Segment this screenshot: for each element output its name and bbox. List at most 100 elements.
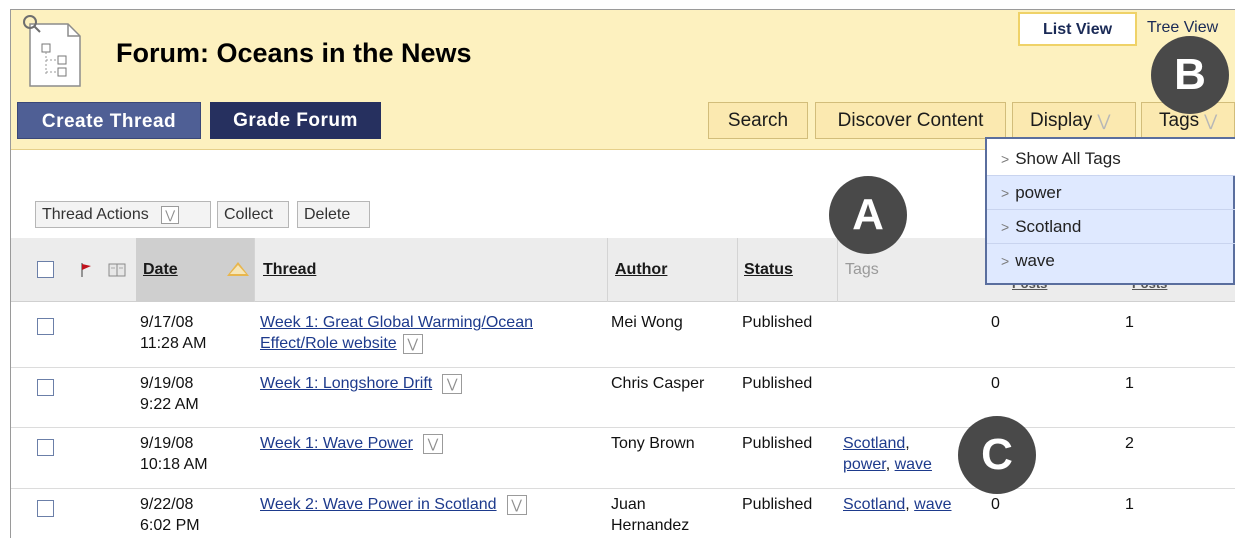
row-author: Chris Casper <box>611 375 705 392</box>
thread-cell: Week 1: Longshore Drift ⋁ <box>260 373 463 394</box>
row-checkbox[interactable] <box>37 379 54 396</box>
chevron-down-icon[interactable]: ⋁ <box>422 433 443 454</box>
row-tags-continued: power, wave <box>843 456 932 473</box>
menu-item-label: wave <box>1015 251 1055 270</box>
collect-button[interactable]: Collect <box>217 201 289 228</box>
menu-item-label: Scotland <box>1015 217 1082 236</box>
chevron-right-icon: > <box>1001 151 1010 167</box>
row-unread-posts: 2 <box>1125 435 1134 452</box>
list-view-tab[interactable]: List View <box>1018 12 1137 46</box>
chevron-right-icon: > <box>1001 185 1010 201</box>
row-unread-posts: 1 <box>1125 496 1134 513</box>
menu-item-scotland[interactable]: > Scotland <box>1001 217 1081 237</box>
search-button[interactable]: Search <box>708 102 808 139</box>
row-total-posts: 0 <box>991 375 1000 392</box>
author-column-header[interactable]: Author <box>615 261 667 279</box>
chevron-right-icon: > <box>1001 219 1010 235</box>
chevron-down-icon: ⋁ <box>161 205 180 224</box>
select-all-checkbox[interactable] <box>37 261 54 278</box>
thread-link[interactable]: Week 1: Great Global Warming/Ocean <box>260 312 533 333</box>
column-divider <box>254 238 255 302</box>
thread-link[interactable]: Week 1: Wave Power <box>260 435 413 452</box>
status-column-header[interactable]: Status <box>744 261 793 279</box>
chevron-down-icon: ⋁ <box>1204 113 1218 130</box>
row-time: 11:28 AM <box>140 335 207 352</box>
menu-item-show-all-tags[interactable]: > Show All Tags <box>1001 149 1121 169</box>
thread-cell: Week 2: Wave Power in Scotland ⋁ <box>260 494 527 515</box>
delete-button[interactable]: Delete <box>297 201 370 228</box>
thread-link[interactable]: Effect/Role website <box>260 335 397 352</box>
column-divider <box>737 238 738 302</box>
row-author: Tony Brown <box>611 435 695 452</box>
row-date: 9/17/08 <box>140 314 194 331</box>
sort-ascending-icon[interactable] <box>227 262 249 276</box>
row-date: 9/22/08 <box>140 496 194 513</box>
tag-link-scotland[interactable]: Scotland <box>843 496 905 513</box>
row-total-posts: 0 <box>991 314 1000 331</box>
row-status: Published <box>742 314 813 331</box>
chevron-right-icon: > <box>1001 253 1010 269</box>
thread-column-header[interactable]: Thread <box>263 261 316 279</box>
row-time: 10:18 AM <box>140 456 208 473</box>
row-checkbox[interactable] <box>37 500 54 517</box>
chevron-down-icon[interactable]: ⋁ <box>402 333 423 354</box>
callout-badge-a: A <box>829 176 907 254</box>
date-column-header[interactable]: Date <box>143 261 178 279</box>
chevron-down-icon[interactable]: ⋁ <box>442 373 463 394</box>
tag-link-power[interactable]: power <box>843 456 886 473</box>
menu-divider <box>987 175 1235 176</box>
column-divider <box>607 238 608 302</box>
thread-link[interactable]: Week 2: Wave Power in Scotland <box>260 496 497 513</box>
thread-link[interactable]: Week 1: Longshore Drift <box>260 375 432 392</box>
row-checkbox[interactable] <box>37 439 54 456</box>
menu-item-wave[interactable]: > wave <box>1001 251 1055 271</box>
tags-column-header: Tags <box>845 261 879 278</box>
row-divider <box>11 488 1235 489</box>
row-unread-posts: 1 <box>1125 375 1134 392</box>
thread-actions-label: Thread Actions <box>42 206 149 223</box>
thread-link-continued: Effect/Role website ⋁ <box>260 333 423 354</box>
chevron-down-icon[interactable]: ⋁ <box>506 494 527 515</box>
chevron-down-icon: ⋁ <box>1097 113 1111 130</box>
display-button[interactable]: Display ⋁ <box>1012 102 1136 139</box>
grade-forum-button[interactable]: Grade Forum <box>210 102 381 139</box>
row-status: Published <box>742 435 813 452</box>
callout-badge-c: C <box>958 416 1036 494</box>
discover-content-button[interactable]: Discover Content <box>815 102 1006 139</box>
row-divider <box>11 367 1235 368</box>
menu-item-label: power <box>1015 183 1062 202</box>
row-date: 9/19/08 <box>140 435 194 452</box>
tags-dropdown-menu: > Show All Tags > power > Scotland > wave <box>985 137 1235 285</box>
row-divider <box>11 427 1235 428</box>
menu-divider <box>987 209 1235 210</box>
row-status: Published <box>742 496 813 513</box>
forum-icon <box>23 15 81 87</box>
row-tags: Scotland, <box>843 435 910 452</box>
row-unread-posts: 1 <box>1125 314 1134 331</box>
tag-link-wave[interactable]: wave <box>914 496 951 513</box>
row-status: Published <box>742 375 813 392</box>
menu-divider <box>987 243 1235 244</box>
thread-cell: Week 1: Wave Power ⋁ <box>260 433 443 454</box>
menu-item-power[interactable]: > power <box>1001 183 1062 203</box>
row-author: Juan <box>611 496 646 513</box>
row-author: Mei Wong <box>611 314 683 331</box>
thread-actions-menu[interactable]: Thread Actions ⋁ <box>35 201 211 228</box>
create-thread-button[interactable]: Create Thread <box>17 102 201 139</box>
column-divider <box>837 238 838 302</box>
flag-icon[interactable] <box>79 262 93 278</box>
row-total-posts: 0 <box>991 496 1000 513</box>
row-author-continued: Hernandez <box>611 517 690 534</box>
display-label: Display <box>1030 110 1093 131</box>
row-time: 6:02 PM <box>140 517 200 534</box>
read-status-icon[interactable] <box>108 263 126 277</box>
row-date: 9/19/08 <box>140 375 194 392</box>
row-time: 9:22 AM <box>140 396 199 413</box>
tag-link-scotland[interactable]: Scotland <box>843 435 905 452</box>
tag-link-wave[interactable]: wave <box>895 456 932 473</box>
menu-item-label: Show All Tags <box>1015 149 1121 168</box>
row-checkbox[interactable] <box>37 318 54 335</box>
callout-badge-b: B <box>1151 36 1229 114</box>
page-title: Forum: Oceans in the News <box>116 38 472 68</box>
row-tags: Scotland, wave <box>843 496 952 513</box>
